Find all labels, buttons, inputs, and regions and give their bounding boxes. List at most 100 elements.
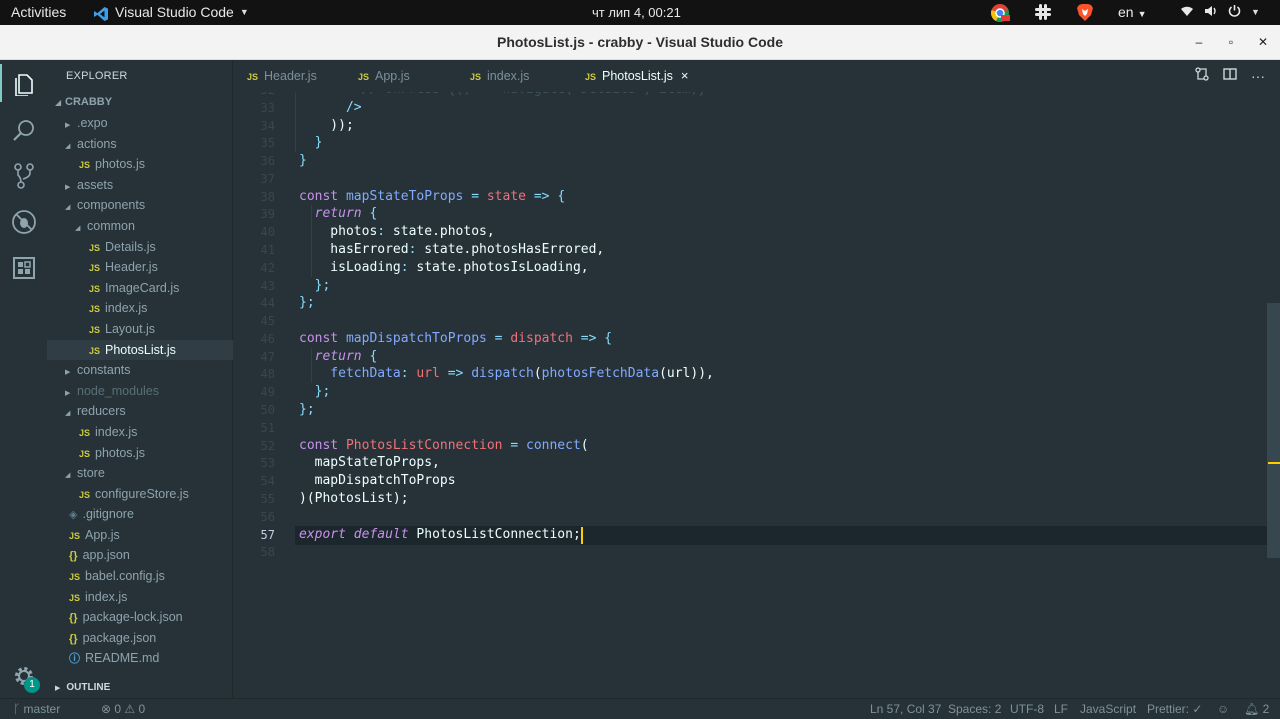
smiley-feedback-icon[interactable]: ☺	[1217, 699, 1229, 719]
more-actions-icon[interactable]: ···	[1251, 60, 1265, 92]
minimize-button[interactable]: ‒	[1189, 25, 1209, 60]
js-file-icon: JS	[79, 160, 91, 171]
encoding[interactable]: UTF-8	[1010, 699, 1044, 719]
tab-app-js[interactable]: JS App.js	[358, 60, 410, 92]
explorer-sidebar: EXPLORER ◢ CRABBY ▶ .expo ◢ actions JS photos.…	[47, 60, 233, 698]
language-indicator[interactable]: en ▼	[1118, 0, 1147, 25]
app-menu[interactable]: Visual Studio Code ▼	[93, 0, 249, 25]
tree-item[interactable]: ◈ .gitignore	[47, 504, 233, 525]
tree-item[interactable]: JS index.js	[47, 587, 233, 608]
code-line[interactable]: };	[299, 277, 331, 295]
code-line[interactable]: fetchData: url => dispatch(photosFetchDa…	[299, 365, 714, 383]
open-changes-icon[interactable]	[1195, 60, 1209, 92]
language-mode[interactable]: JavaScript	[1080, 699, 1136, 719]
code-line[interactable]: };	[299, 294, 315, 312]
vertical-scrollbar[interactable]	[1267, 303, 1280, 558]
code-token: :	[400, 366, 409, 382]
tree-item[interactable]: JS photos.js	[47, 154, 233, 175]
problems-indicator[interactable]: ⊗ 0 ⚠ 0	[101, 699, 145, 719]
prettier-status[interactable]: Prettier: ✓	[1147, 699, 1202, 719]
code-line[interactable]: };	[299, 383, 331, 401]
tree-item[interactable]: JS Layout.js	[47, 319, 233, 340]
tree-item[interactable]: ◢ reducers	[47, 401, 233, 422]
tree-item[interactable]: JS App.js	[47, 525, 233, 546]
tree-item[interactable]: ⓘ README.md	[47, 648, 233, 669]
js-file-icon: JS	[69, 572, 81, 583]
outline-section-header[interactable]: ▶ OUTLINE	[55, 682, 110, 693]
tree-item[interactable]: JS Header.js	[47, 257, 233, 278]
tree-item[interactable]: ▶ node_modules	[47, 381, 233, 402]
code-line[interactable]: const PhotosListConnection = connect(	[299, 437, 589, 455]
tree-item[interactable]: ▶ .expo	[47, 113, 233, 134]
source-control-icon[interactable]	[10, 162, 37, 189]
notifications[interactable]: 🔔︎ 2	[1244, 699, 1269, 719]
code-line[interactable]: }	[299, 152, 307, 170]
code-line[interactable]: const mapStateToProps = state => {	[299, 188, 565, 206]
code-line[interactable]: }	[299, 134, 323, 152]
cursor-position[interactable]: Ln 57, Col 37	[870, 699, 941, 719]
line-number: 35	[260, 136, 275, 151]
code-line[interactable]: hasErrored: state.photosHasErrored,	[299, 241, 604, 259]
close-window-button[interactable]: ✕	[1253, 25, 1273, 60]
tab-label: index.js	[487, 69, 530, 83]
tab-header-js[interactable]: JS Header.js	[247, 60, 317, 92]
code-line[interactable]: mapStateToProps,	[299, 454, 440, 472]
code-token: mapDispatchToProps	[345, 330, 487, 346]
tree-item[interactable]: {} package.json	[47, 628, 233, 649]
project-header[interactable]: ◢ CRABBY	[55, 96, 112, 108]
code-line[interactable]: isLoading: state.photosIsLoading,	[299, 259, 588, 277]
tree-item[interactable]: JS ImageCard.js	[47, 278, 233, 299]
git-branch[interactable]: ᚴ master	[13, 699, 60, 719]
code-line[interactable]: };	[299, 401, 315, 419]
code-token: =>	[526, 188, 558, 204]
activities-button[interactable]: Activities	[11, 0, 66, 25]
tab-photoslist-js[interactable]: JS PhotosList.js ×	[585, 60, 688, 92]
tree-item[interactable]: JS PhotosList.js	[47, 339, 233, 361]
tree-item-label: reducers	[77, 404, 126, 419]
tree-item-label: package.json	[82, 630, 157, 645]
code-line[interactable]: photos: state.photos,	[299, 223, 494, 241]
tree-item[interactable]: ▶ constants	[47, 360, 233, 381]
tree-item[interactable]: ▶ assets	[47, 175, 233, 196]
debug-icon[interactable]	[10, 208, 37, 235]
explorer-icon[interactable]	[0, 64, 37, 102]
tree-item[interactable]: JS index.js	[47, 298, 233, 319]
maximize-button[interactable]: ▫	[1221, 25, 1241, 60]
tree-item[interactable]: ◢ components	[47, 195, 233, 216]
code-line[interactable]: mapDispatchToProps	[299, 472, 456, 490]
tree-item[interactable]: ◢ common	[47, 216, 233, 237]
code-editor[interactable]: 32 33 34 35 36 37 38 39 40 41 42 43 44 45 46 47 48 49 50 51…	[233, 92, 1280, 698]
code-line[interactable]: const mapDispatchToProps = dispatch => {	[299, 330, 612, 348]
tree-item[interactable]: JS photos.js	[47, 443, 233, 464]
tree-item[interactable]: {} app.json	[47, 545, 233, 566]
extensions-icon[interactable]	[10, 254, 37, 281]
system-menu[interactable]: ▼	[1180, 0, 1260, 25]
js-file-icon: JS	[89, 324, 101, 335]
code-token: photosFetchData	[541, 366, 660, 382]
search-icon[interactable]	[10, 116, 37, 143]
close-tab-icon[interactable]: ×	[681, 68, 689, 83]
tree-item[interactable]: {} package-lock.json	[47, 607, 233, 628]
tree-item[interactable]: ◢ store	[47, 463, 233, 484]
code-line[interactable]: export default PhotosListConnection;	[299, 526, 581, 544]
tab-index-js[interactable]: JS index.js	[470, 60, 529, 92]
code-line[interactable]: />	[299, 99, 362, 117]
line-number: 36	[260, 154, 275, 169]
code-token: state.photosHasErrored,	[416, 242, 605, 258]
code-line[interactable]: )(PhotosList);	[299, 490, 409, 508]
tree-item[interactable]: JS configureStore.js	[47, 484, 233, 505]
code-token: };	[314, 384, 331, 400]
tree-item-label: .gitignore	[82, 507, 134, 522]
tree-item[interactable]: ◢ actions	[47, 134, 233, 155]
split-editor-icon[interactable]	[1223, 60, 1237, 92]
indentation[interactable]: Spaces: 2	[948, 699, 1001, 719]
tree-item-label: photos.js	[95, 445, 146, 460]
tree-item[interactable]: JS babel.config.js	[47, 566, 233, 587]
js-file-icon: JS	[358, 72, 370, 82]
code-line[interactable]: ));	[299, 117, 354, 135]
line-ending[interactable]: LF	[1054, 699, 1068, 719]
tree-item[interactable]: JS Details.js	[47, 237, 233, 258]
tree-item[interactable]: JS index.js	[47, 422, 233, 443]
clock[interactable]: чт лип 4, 00:21	[592, 0, 681, 25]
